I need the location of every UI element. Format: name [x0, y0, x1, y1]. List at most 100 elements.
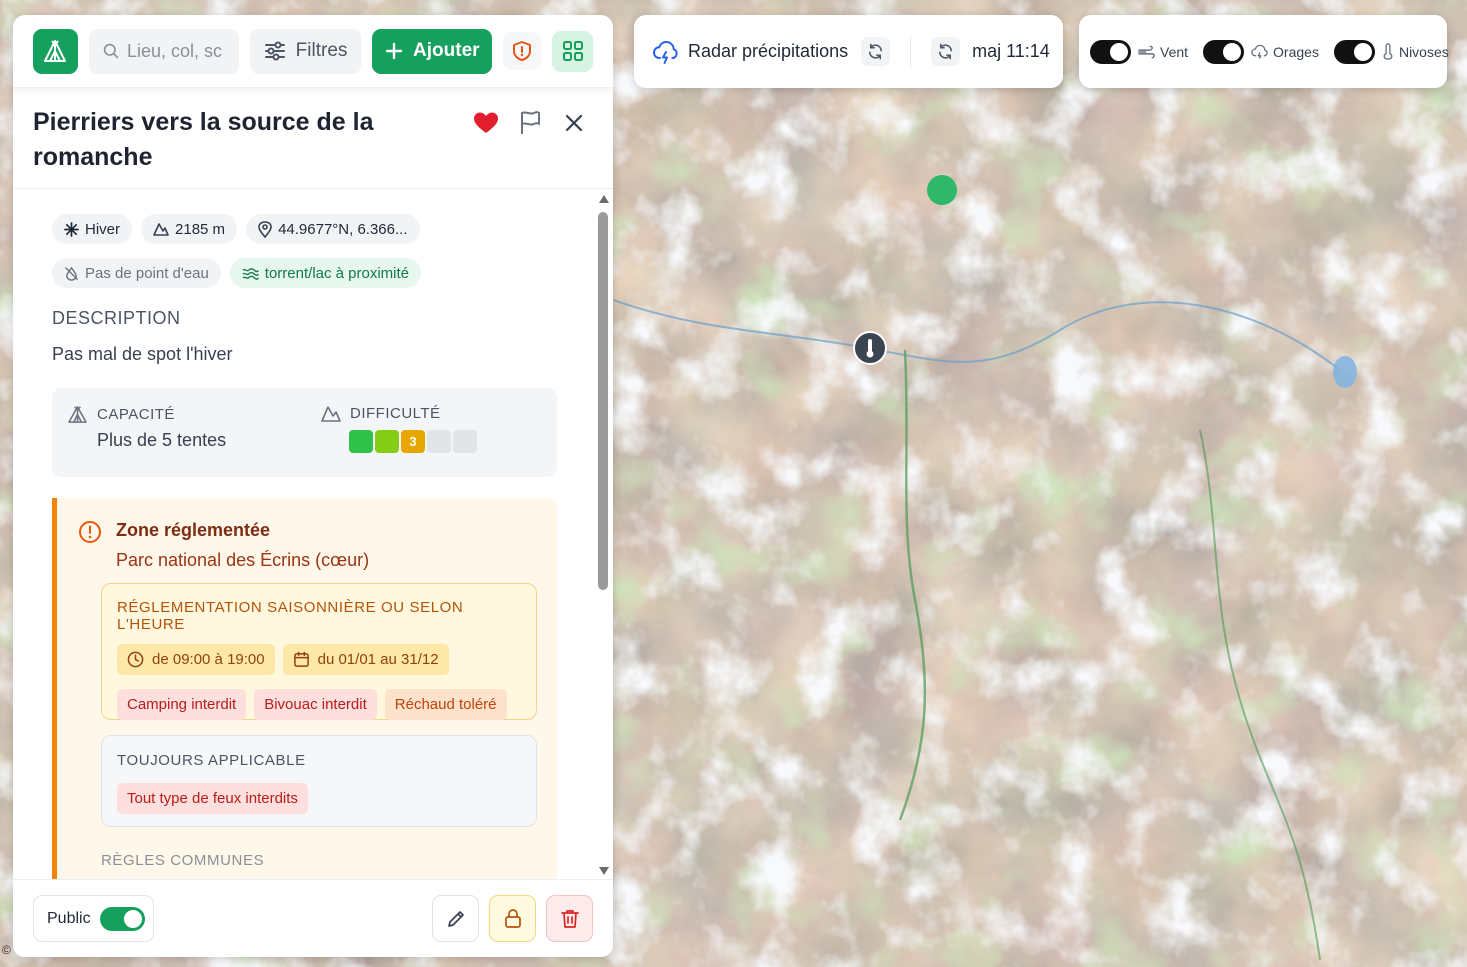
grid-icon — [562, 41, 583, 61]
snowflake-icon — [64, 221, 79, 237]
capacity-heading: CAPACITÉ — [67, 405, 226, 424]
water-none-chip: Pas de point d'eau — [52, 258, 221, 288]
zone-header: Zone réglementée Parc national des Écrin… — [78, 520, 537, 571]
storms-layer[interactable]: Orages — [1251, 44, 1319, 60]
search-box[interactable] — [88, 28, 239, 74]
favorite-button[interactable] — [473, 110, 499, 136]
spot-details-scroll[interactable]: Hiver 2185 m 44.9677°N, 6.366... Pas de … — [13, 189, 596, 881]
wind-label: Vent — [1160, 43, 1189, 60]
coordinates-chip[interactable]: 44.9677°N, 6.366... — [246, 214, 420, 244]
filters-button[interactable]: Filtres — [249, 28, 362, 74]
refresh-icon — [939, 43, 953, 60]
update-refresh-button[interactable] — [931, 37, 961, 66]
delete-button[interactable] — [546, 895, 593, 942]
season-chip: Hiver — [52, 214, 133, 244]
search-icon — [103, 43, 119, 59]
filters-label: Filtres — [295, 40, 348, 61]
altitude-label: 2185 m — [175, 220, 226, 238]
report-button[interactable] — [517, 110, 543, 136]
seasonal-regulation-title: RÉGLEMENTATION SAISONNIÈRE OU SELON L'HE… — [117, 599, 464, 633]
coordinates-label: 44.9677°N, 6.366... — [278, 220, 408, 238]
spot-marker — [927, 175, 957, 205]
radar-update-time: maj 11:14 — [972, 41, 1050, 61]
trash-icon — [560, 910, 579, 928]
close-button[interactable] — [561, 110, 587, 136]
difficulty-level-2 — [375, 430, 399, 453]
waves-icon — [242, 267, 259, 280]
wind-toggle[interactable] — [1090, 39, 1131, 64]
dashboard-grid-button[interactable] — [552, 30, 594, 72]
cloud-lightning-icon — [652, 40, 678, 64]
spot-tags-row-1: Hiver 2185 m 44.9677°N, 6.366... — [52, 214, 557, 244]
public-toggle[interactable] — [99, 906, 145, 931]
sliders-icon — [264, 41, 285, 61]
snow-label: Nivoses — [1398, 43, 1449, 60]
heart-icon — [474, 112, 498, 133]
altitude-chip: 2185 m — [141, 214, 238, 244]
always-applicable-box: TOUJOURS APPLICABLE Tout type de feux in… — [101, 735, 537, 827]
difficulty-level-3: 3 — [401, 430, 425, 453]
permanent-rule-chips: Tout type de feux interdits — [117, 783, 521, 814]
flag-icon — [521, 111, 540, 134]
calendar-icon — [293, 651, 309, 667]
search-input[interactable] — [126, 40, 225, 62]
spot-footer: Public — [13, 879, 613, 957]
date-range-label: du 01/01 au 31/12 — [317, 651, 439, 668]
edit-button[interactable] — [432, 895, 479, 942]
regulation-shield-button[interactable] — [503, 32, 542, 70]
snow-layer[interactable]: Nivoses — [1382, 43, 1449, 60]
difficulty-scale: 3 — [349, 430, 477, 453]
zone-texts: Zone réglementée Parc national des Écrin… — [116, 520, 369, 571]
lock-icon — [504, 909, 521, 928]
map-pin-icon — [258, 220, 272, 238]
difficulty-heading: DIFFICULTÉ — [321, 405, 477, 422]
wind-icon — [1138, 45, 1155, 58]
time-range-label: de 09:00 à 19:00 — [152, 651, 265, 668]
spot-header: Pierriers vers la source de la romanche — [13, 88, 613, 189]
thermometer-icon — [1383, 43, 1393, 60]
spot-panel: Filtres Ajouter Pierriers vers la — [13, 15, 613, 957]
radar-divider — [910, 36, 912, 67]
difficulty-level-4 — [427, 430, 451, 453]
capacity-label: CAPACITÉ — [97, 406, 175, 423]
home-logo-button[interactable] — [33, 28, 78, 74]
description-text: Pas mal de spot l'hiver — [52, 344, 233, 364]
water-near-label: torrent/lac à proximité — [264, 264, 410, 282]
tent-icon — [44, 40, 67, 62]
capacity-block: CAPACITÉ Plus de 5 tentes — [67, 405, 226, 451]
pencil-icon — [447, 910, 464, 927]
weather-layers-control: Vent Orages Nivoses — [1079, 15, 1449, 88]
public-toggle-control[interactable]: Public — [33, 895, 154, 942]
date-range-chip: du 01/01 au 31/12 — [282, 644, 449, 675]
wind-layer[interactable]: Vent — [1138, 44, 1188, 60]
clock-icon — [127, 651, 144, 668]
seasonal-regulation-box: RÉGLEMENTATION SAISONNIÈRE OU SELON L'HE… — [101, 583, 537, 720]
radar-refresh-button[interactable] — [861, 37, 891, 66]
radar-label[interactable]: Radar précipitations — [688, 41, 848, 62]
scroll-down-arrow[interactable] — [599, 867, 609, 875]
plus-icon — [385, 42, 403, 60]
add-spot-button[interactable]: Ajouter — [372, 28, 493, 74]
scroll-up-arrow[interactable] — [599, 195, 609, 203]
snow-toggle[interactable] — [1333, 39, 1375, 64]
map-attribution[interactable]: © — [2, 943, 11, 957]
regulated-zone-card: Zone réglementée Parc national des Écrin… — [52, 498, 557, 881]
storms-label: Orages — [1273, 43, 1319, 60]
common-rules-title: RÈGLES COMMUNES — [101, 852, 265, 869]
description-heading: DESCRIPTION — [52, 308, 181, 328]
scroll-thumb[interactable] — [598, 212, 608, 590]
bivouac-forbidden-chip: Bivouac interdit — [254, 689, 377, 720]
lock-button[interactable] — [489, 895, 536, 942]
capacity-value: Plus de 5 tentes — [97, 430, 227, 450]
fire-forbidden-chip: Tout type de feux interdits — [117, 783, 308, 814]
close-icon — [565, 114, 583, 132]
public-label: Public — [47, 909, 91, 927]
details-scrollbar[interactable] — [598, 195, 609, 875]
refresh-icon — [869, 43, 883, 60]
storm-cloud-icon — [1251, 44, 1268, 59]
mountain-outline-icon — [321, 406, 341, 422]
spot-header-actions — [473, 110, 587, 136]
storms-toggle[interactable] — [1203, 39, 1245, 64]
difficulty-level-5 — [453, 430, 477, 453]
water-near-chip: torrent/lac à proximité — [229, 258, 422, 288]
